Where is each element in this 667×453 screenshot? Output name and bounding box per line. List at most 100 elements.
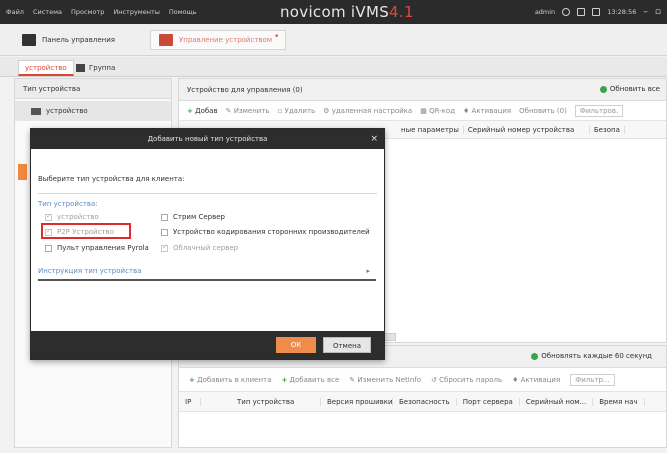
plus-icon: + [189,375,195,384]
column-header[interactable]: Версия прошивки [321,397,393,406]
refresh-button[interactable]: Обновить (0) [519,107,567,115]
tab-label: устройство [25,63,67,72]
refresh-every-60-label: Обновлять каждые 60 секунд [541,352,652,360]
device-type-header: Тип устройства [15,79,171,99]
add-all-button[interactable]: + Добавить все [281,376,339,384]
device-toolbar: + Добав ✎ Изменить ▫ Удалить ⚙ удаленная… [179,101,666,121]
refresh-all-button[interactable]: Обновить все [599,85,660,93]
dialog-title: Добавить новый тип устройства [147,135,268,143]
edit-label: Изменить [233,106,270,115]
column-header[interactable]: Порт сервера [457,397,520,406]
settings-icon[interactable] [562,8,571,16]
tab-device-management[interactable]: Управление устройством • [150,30,286,50]
refresh-every-60-button[interactable]: Обновлять каждые 60 секунд [531,352,652,360]
column-header[interactable]: Тип устройства [231,397,321,406]
qr-code-button[interactable]: ▦ QR-код [420,107,455,115]
column-header[interactable]: Безопасность [393,397,457,406]
lock-icon[interactable] [577,8,586,16]
column-header[interactable]: ные параметры [397,125,464,134]
device-icon [31,107,41,115]
add-to-client-button[interactable]: + Добавить в клиента [189,376,271,384]
modify-netinfo-button[interactable]: ✎ Изменить NetInfo [349,376,421,384]
add-all-label: Добавить все [289,375,340,384]
activate-button[interactable]: ♦ Активация [463,107,511,115]
add-device-type-dialog: Добавить новый тип устройства × Выберите… [30,128,385,360]
menu-bar: Файл Система Просмотр Инструменты Помощь [0,8,197,16]
column-header[interactable]: Серийный номер устройства [464,125,590,134]
checkbox-cloud-server[interactable] [161,243,168,252]
option-stream-server[interactable]: Стрим Сервер [161,213,225,221]
tab-group[interactable]: Группа [70,60,121,76]
maximize-icon[interactable]: ▫ [655,7,661,17]
remote-config-label: удаленная настройка [331,106,413,115]
select-prompt: Выберите тип устройства для клиента: [38,175,185,183]
menu-help[interactable]: Помощь [169,8,197,16]
chevron-right-icon: ▸ [366,267,370,275]
divider [38,193,377,194]
online-devices-panel: Обновлять каждые 60 секунд + Добавить в … [178,345,667,448]
filter-input[interactable]: Фильтров. [574,104,624,117]
managed-devices-header: Устройство для управления (0) Обновить в… [179,79,666,101]
clock-time: 13:28:56 [607,8,637,16]
plus-icon: + [187,106,193,115]
device-type-item[interactable]: устройство [15,101,171,121]
title-bar: Файл Система Просмотр Инструменты Помощь… [0,0,667,24]
menu-view[interactable]: Просмотр [71,8,104,16]
add-to-client-label: Добавить в клиента [197,375,272,384]
dialog-title-bar: Добавить новый тип устройства × [31,129,384,149]
tab-label: Управление устройством [179,36,273,44]
option-label: Облачный сервер [173,244,239,252]
add-button[interactable]: + Добав [187,107,218,115]
checkbox-device[interactable] [45,212,52,221]
filter-input[interactable]: Фильтр... [570,373,615,386]
modify-netinfo-label: Изменить NetInfo [357,375,422,384]
option-label: Устройство кодирования сторонних произво… [173,228,370,236]
cancel-button[interactable]: Отмена [323,337,371,353]
column-header[interactable]: Серийный ном... [520,397,594,406]
option-remote-control[interactable]: Пульт управления Pyrola [45,244,149,252]
app-name: novicom iVMS [280,3,390,21]
group-icon [76,64,85,72]
device-type-instruction[interactable]: Инструкция тип устройства ▸ [38,267,376,281]
activate-label: Активация [520,375,561,384]
titlebar-status: admin 13:28:56 – ▫ [535,7,661,17]
menu-file[interactable]: Файл [6,8,24,16]
tab-control-panel[interactable]: Панель управления [14,30,144,50]
p2p-highlight-box [41,223,131,239]
user-name[interactable]: admin [535,8,555,16]
option-device[interactable]: устройство [45,212,99,221]
option-cloud-server[interactable]: Облачный сервер [161,243,239,252]
reset-password-button[interactable]: ↺ Сбросить пароль [431,376,502,384]
activate-button[interactable]: ♦ Активация [512,376,560,384]
option-encoder[interactable]: Устройство кодирования сторонних произво… [161,228,370,236]
app-title: novicom iVMS4.1 [280,3,414,21]
option-label: устройство [57,213,99,221]
remote-config-button[interactable]: ⚙ удаленная настройка [323,107,412,115]
close-icon[interactable]: × [370,129,378,149]
sub-tabs: устройство Группа [0,57,667,77]
qr-code-label: QR-код [429,106,456,115]
screen-icon[interactable] [592,8,601,16]
tab-label: Панель управления [42,36,115,44]
column-header[interactable]: IP [179,397,201,406]
edit-button[interactable]: ✎ Изменить [226,107,270,115]
menu-tools[interactable]: Инструменты [113,8,160,16]
tab-devices[interactable]: устройство [18,60,74,76]
delete-button[interactable]: ▫ Удалить [278,107,316,115]
close-tab-icon[interactable]: • [274,32,279,42]
module-bar: Панель управления Управление устройством… [0,24,667,56]
minimize-icon[interactable]: – [643,7,648,17]
column-header[interactable]: Время нач [593,397,645,406]
dialog-footer: ОК Отмена [31,331,384,359]
device-type-label: Тип устройства: [38,200,98,208]
ok-button[interactable]: ОК [276,337,316,353]
checkbox-stream-server[interactable] [161,213,168,221]
online-table-header: IP Тип устройства Версия прошивки Безопа… [179,392,666,412]
checkbox-remote-control[interactable] [45,244,52,252]
instruction-label: Инструкция тип устройства [38,267,142,275]
menu-system[interactable]: Система [33,8,62,16]
checkbox-encoder[interactable] [161,228,168,236]
add-label: Добав [195,106,218,115]
column-header[interactable]: Безопа [590,125,625,134]
refresh-icon [599,85,607,93]
